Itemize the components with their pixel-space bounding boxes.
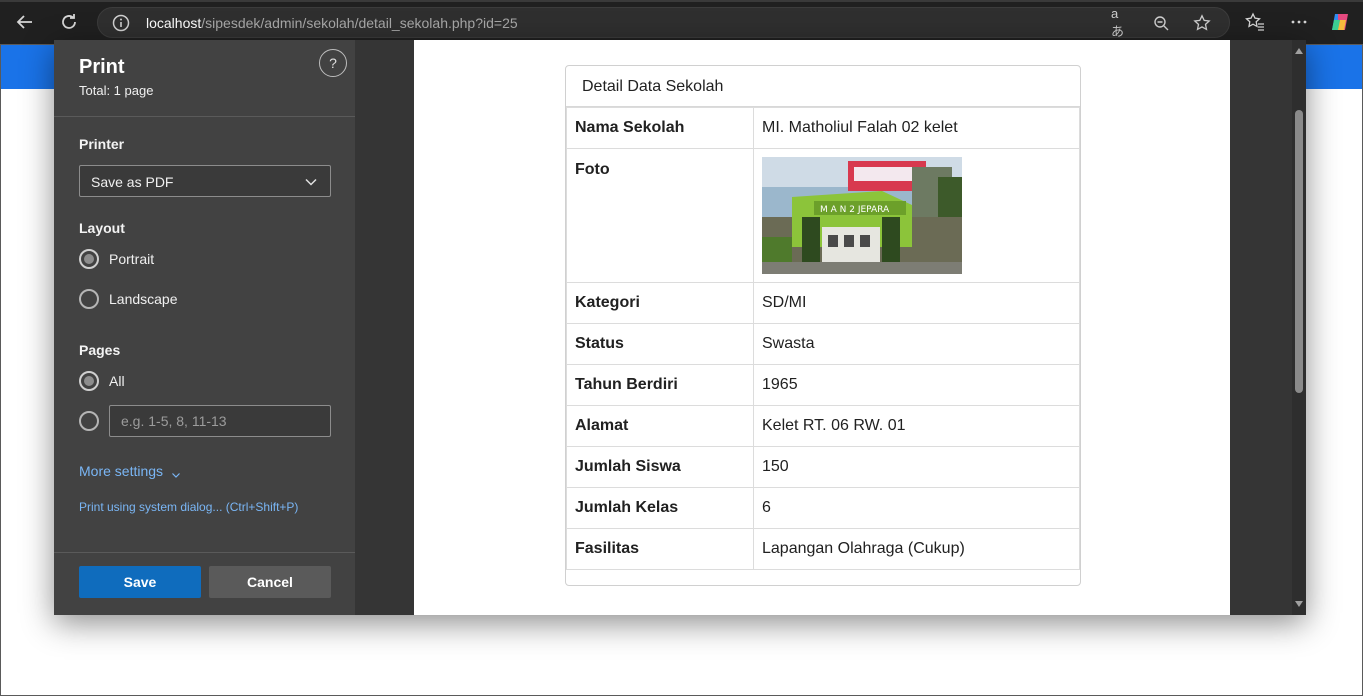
pages-input-field[interactable] (110, 406, 330, 436)
photo-sign: M A N 2 JEPARA (820, 205, 890, 215)
layout-label: Layout (79, 220, 125, 236)
table-row: Alamat Kelet RT. 06 RW. 01 (566, 405, 1080, 447)
chevron-down-icon (304, 175, 318, 189)
printer-value: Save as PDF (91, 174, 174, 190)
pages-all-label[interactable]: All (109, 373, 125, 389)
preview-page: Detail Data Sekolah Nama Sekolah MI. Math… (414, 40, 1230, 615)
back-icon[interactable] (13, 10, 37, 34)
row-key: Status (566, 323, 754, 365)
more-menu-icon[interactable] (1287, 10, 1311, 34)
portrait-label[interactable]: Portrait (109, 251, 154, 267)
table-row: Foto M A N 2 JEPARA (566, 148, 1080, 283)
address-bar[interactable]: localhost/sipesdek/admin/sekolah/detail_… (97, 6, 1230, 39)
url-text[interactable]: localhost/sipesdek/admin/sekolah/detail_… (146, 15, 518, 31)
row-value: MI. Matholiul Falah 02 kelet (753, 107, 1080, 149)
save-button[interactable]: Save (79, 566, 201, 598)
detail-table: Nama Sekolah MI. Matholiul Falah 02 kelet… (566, 107, 1080, 570)
printer-label: Printer (79, 136, 125, 152)
cancel-button[interactable]: Cancel (209, 566, 331, 598)
row-key: Nama Sekolah (566, 107, 754, 149)
table-row: Fasilitas Lapangan Olahraga (Cukup) (566, 528, 1080, 570)
print-dialog: Print Total: 1 page ? Printer Save as PD… (54, 40, 1306, 615)
table-row: Tahun Berdiri 1965 (566, 364, 1080, 406)
print-title: Print (79, 56, 125, 78)
row-value: 150 (753, 446, 1080, 488)
pages-all-radio[interactable] (79, 371, 99, 391)
chevron-down-icon (171, 467, 181, 479)
printer-select[interactable]: Save as PDF (79, 165, 331, 197)
row-value: Lapangan Olahraga (Cukup) (753, 528, 1080, 570)
system-dialog-link[interactable]: Print using system dialog... (Ctrl+Shift… (79, 500, 298, 514)
row-value: Swasta (753, 323, 1080, 365)
copilot-icon[interactable] (1328, 10, 1352, 34)
help-icon[interactable]: ? (319, 49, 347, 77)
portrait-radio[interactable] (79, 249, 99, 269)
row-key: Alamat (566, 405, 754, 447)
row-key: Jumlah Kelas (566, 487, 754, 529)
row-key: Jumlah Siswa (566, 446, 754, 488)
row-key: Foto (566, 148, 754, 283)
favorites-icon[interactable] (1243, 10, 1267, 34)
landscape-label[interactable]: Landscape (109, 291, 178, 307)
table-row: Kategori SD/MI (566, 282, 1080, 324)
pages-input[interactable] (109, 405, 331, 437)
more-settings-label[interactable]: More settings (79, 463, 163, 479)
row-value: 1965 (753, 364, 1080, 406)
print-preview: Detail Data Sekolah Nama Sekolah MI. Math… (355, 40, 1306, 615)
card-header: Detail Data Sekolah (566, 66, 1080, 107)
landscape-radio[interactable] (79, 289, 99, 309)
row-key: Kategori (566, 282, 754, 324)
more-settings-link[interactable]: More settings (79, 463, 181, 479)
tab-strip (0, 0, 1363, 2)
print-settings-panel: Print Total: 1 page ? Printer Save as PD… (54, 40, 355, 615)
site-info-icon[interactable] (112, 14, 130, 32)
divider (54, 552, 355, 553)
zoom-icon[interactable] (1151, 13, 1171, 33)
row-key: Fasilitas (566, 528, 754, 570)
browser-toolbar: localhost/sipesdek/admin/sekolah/detail_… (0, 0, 1363, 44)
preview-scrollbar[interactable] (1292, 40, 1306, 615)
favorite-star-icon[interactable] (1192, 13, 1212, 33)
read-aloud-icon[interactable]: aあ (1111, 6, 1131, 39)
row-value: 6 (753, 487, 1080, 529)
row-value: Kelet RT. 06 RW. 01 (753, 405, 1080, 447)
school-photo: M A N 2 JEPARA (762, 157, 962, 274)
divider (54, 116, 355, 117)
row-value: SD/MI (753, 282, 1080, 324)
scroll-down-arrow[interactable] (1295, 601, 1303, 607)
scroll-up-arrow[interactable] (1295, 48, 1303, 54)
scroll-thumb[interactable] (1295, 110, 1303, 393)
page-total: Total: 1 page (79, 83, 154, 98)
refresh-icon[interactable] (57, 10, 81, 34)
pages-custom-radio[interactable] (79, 411, 99, 431)
table-row: Nama Sekolah MI. Matholiul Falah 02 kelet (566, 107, 1080, 149)
table-row: Jumlah Siswa 150 (566, 446, 1080, 488)
pages-label: Pages (79, 342, 121, 358)
table-row: Status Swasta (566, 323, 1080, 365)
table-row: Jumlah Kelas 6 (566, 487, 1080, 529)
detail-card: Detail Data Sekolah Nama Sekolah MI. Math… (565, 65, 1081, 586)
row-key: Tahun Berdiri (566, 364, 754, 406)
photo-cell: M A N 2 JEPARA (753, 148, 1080, 283)
